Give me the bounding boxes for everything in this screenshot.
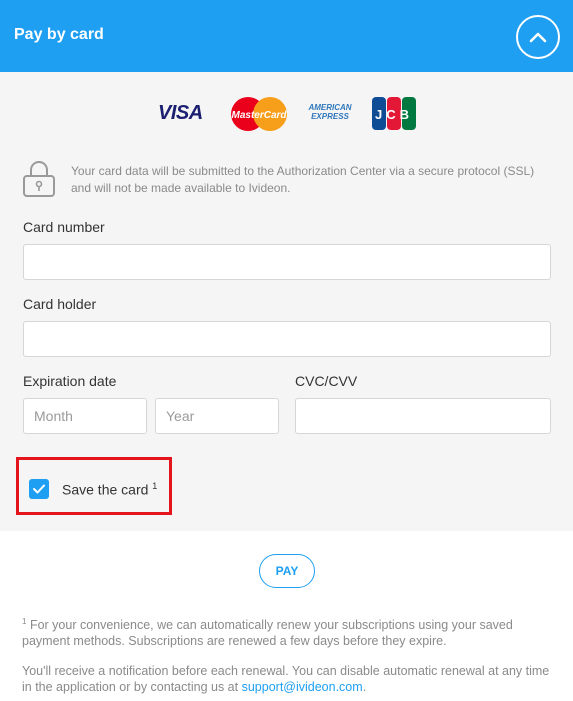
jcb-logo: JCB	[372, 97, 416, 130]
jcb-logo-text: JCB	[375, 107, 413, 122]
save-card-checkbox[interactable]	[29, 479, 49, 499]
card-logos: VISA MasterCard AMERICAN EXPRESS JCB	[158, 96, 418, 132]
ssl-notice: Your card data will be submitted to the …	[71, 164, 535, 195]
support-email-link[interactable]: support@ivideon.com	[242, 680, 363, 694]
header-bar: Pay by card	[0, 0, 573, 72]
card-number-label: Card number	[23, 219, 105, 235]
expiration-date-label: Expiration date	[23, 373, 117, 389]
cvc-input[interactable]	[295, 398, 551, 434]
card-holder-label: Card holder	[23, 296, 97, 312]
lock-icon	[23, 161, 55, 197]
expiration-year-input[interactable]	[155, 398, 279, 434]
card-holder-input[interactable]	[23, 321, 551, 357]
mastercard-logo-text: MasterCard	[231, 110, 287, 121]
expiration-month-input[interactable]	[23, 398, 147, 434]
save-card-footnote-ref: 1	[152, 481, 158, 491]
footnote-period: .	[362, 680, 367, 694]
amex-logo: AMERICAN EXPRESS	[302, 103, 358, 121]
pay-button[interactable]: PAY	[259, 554, 315, 588]
save-card-label[interactable]: Save the card 1	[62, 481, 157, 498]
save-card-text: Save the card	[62, 481, 149, 498]
amex-line1: AMERICAN	[308, 103, 352, 112]
footnote-renewal: 1 For your convenience, we can automatic…	[22, 614, 552, 649]
mastercard-logo: MasterCard	[231, 97, 287, 131]
footnote-marker: 1	[22, 617, 27, 626]
collapse-button[interactable]	[516, 15, 560, 59]
footnote-notification: You'll receive a notification before eac…	[22, 663, 552, 695]
cvc-label: CVC/CVV	[295, 373, 358, 389]
visa-logo: VISA	[158, 102, 203, 124]
page-title: Pay by card	[14, 26, 104, 43]
chevron-up-icon	[529, 32, 547, 43]
card-number-input[interactable]	[23, 244, 551, 280]
amex-line2: EXPRESS	[311, 112, 349, 121]
checkmark-icon	[33, 484, 45, 494]
footnote-renewal-text: For your convenience, we can automatical…	[22, 618, 513, 649]
